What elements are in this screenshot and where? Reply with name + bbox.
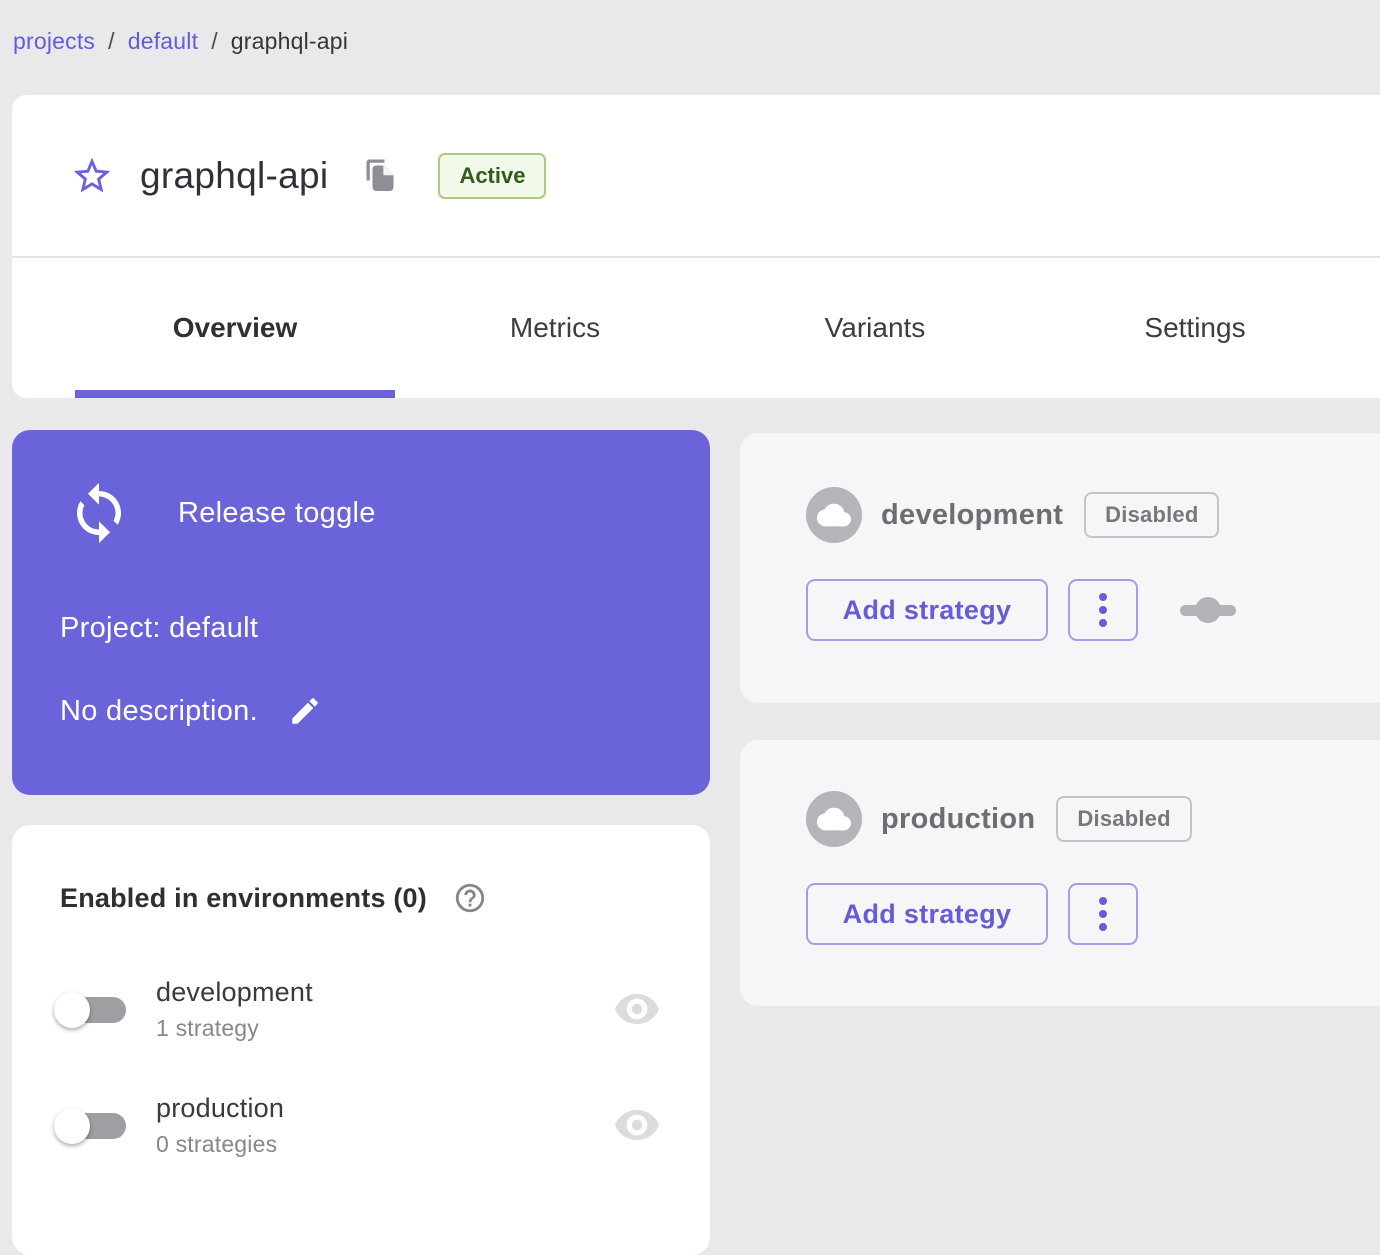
tab-metrics[interactable]: Metrics: [395, 258, 715, 398]
toggle-type-label: Release toggle: [178, 496, 376, 529]
environment-name: production: [156, 1093, 285, 1123]
enabled-environments-title: Enabled in environments (0): [60, 882, 427, 913]
visibility-eye-icon[interactable]: [612, 990, 662, 1030]
more-options-kebab-icon[interactable]: [1068, 579, 1138, 641]
feature-header-card: graphql-api Active Overview Metrics Vari…: [12, 95, 1380, 398]
breadcrumb-link-projects[interactable]: projects: [13, 28, 95, 55]
breadcrumb-separator: /: [211, 28, 218, 54]
production-toggle-switch[interactable]: [52, 1103, 132, 1149]
environment-strategy-count: 1 strategy: [156, 1015, 259, 1041]
breadcrumb-separator: /: [108, 28, 115, 54]
enabled-environments-card: Enabled in environments (0) development …: [12, 825, 710, 1255]
breadcrumb-current: graphql-api: [230, 28, 349, 54]
development-toggle-switch[interactable]: [52, 987, 132, 1033]
tab-settings[interactable]: Settings: [1035, 258, 1355, 398]
help-icon[interactable]: [453, 881, 487, 915]
add-strategy-button[interactable]: Add strategy: [806, 883, 1048, 945]
status-badge: Active: [438, 152, 547, 199]
add-strategy-button[interactable]: Add strategy: [806, 579, 1048, 641]
cloud-environment-icon: [806, 487, 862, 543]
environment-row-development: development 1 strategy: [52, 977, 666, 1042]
toggle-summary-card: Release toggle Project: default No descr…: [12, 430, 710, 795]
visibility-eye-icon[interactable]: [612, 1106, 662, 1146]
title-row: graphql-api Active: [12, 95, 1380, 256]
copy-name-icon[interactable]: [362, 156, 398, 196]
strategy-slider-icon: [1180, 596, 1236, 624]
more-options-kebab-icon[interactable]: [1068, 883, 1138, 945]
breadcrumb: projects / default / graphql-api: [13, 28, 348, 55]
environment-strategy-count: 0 strategies: [156, 1131, 278, 1157]
page-title: graphql-api: [140, 154, 329, 196]
favorite-star-icon[interactable]: [70, 154, 114, 198]
environment-card-development: development Disabled Add strategy: [740, 433, 1380, 703]
cloud-environment-icon: [806, 791, 862, 847]
toggle-description: No description.: [60, 694, 258, 727]
breadcrumb-link-default[interactable]: default: [128, 28, 198, 55]
environment-card-production: production Disabled Add strategy: [740, 740, 1380, 1006]
environment-name: development: [156, 977, 313, 1007]
tab-overview[interactable]: Overview: [75, 258, 395, 398]
tab-variants[interactable]: Variants: [715, 258, 1035, 398]
tab-bar: Overview Metrics Variants Settings: [12, 258, 1380, 398]
toggle-project-label: Project: default: [60, 612, 259, 644]
release-toggle-loop-icon: [66, 476, 132, 550]
edit-description-icon[interactable]: [288, 694, 322, 728]
environment-card-name: development: [881, 498, 1064, 531]
environment-row-production: production 0 strategies: [52, 1093, 666, 1158]
environment-status-chip: Disabled: [1084, 492, 1220, 538]
environment-status-chip: Disabled: [1056, 796, 1192, 842]
environment-card-name: production: [881, 802, 1036, 835]
